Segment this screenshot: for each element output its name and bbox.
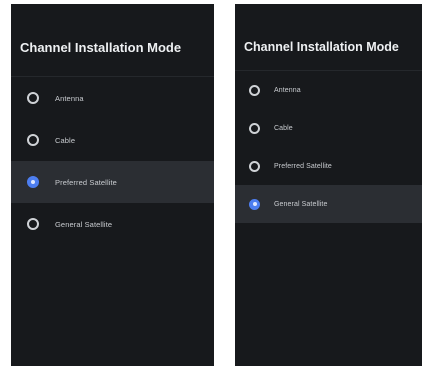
installation-mode-list: Antenna Cable Preferred Satellite Genera… <box>11 76 214 245</box>
installation-mode-list: Antenna Cable Preferred Satellite Genera… <box>235 70 422 223</box>
radio-unselected-icon[interactable] <box>27 134 39 146</box>
option-antenna[interactable]: Antenna <box>235 71 422 109</box>
option-label: General Satellite <box>274 200 328 208</box>
radio-unselected-icon[interactable] <box>249 122 260 134</box>
option-cable[interactable]: Cable <box>235 109 422 147</box>
option-label: Antenna <box>55 93 84 103</box>
option-label: Antenna <box>274 86 301 94</box>
option-label: Cable <box>274 124 293 132</box>
option-preferred-satellite[interactable]: Preferred Satellite <box>235 147 422 185</box>
radio-unselected-icon[interactable] <box>249 160 260 172</box>
option-label: General Satellite <box>55 219 113 229</box>
screen-left: Channel Installation Mode Antenna Cable … <box>11 4 214 366</box>
page-title: Channel Installation Mode <box>244 40 399 54</box>
option-general-satellite[interactable]: General Satellite <box>11 203 214 245</box>
radio-unselected-icon[interactable] <box>27 92 39 104</box>
option-label: Preferred Satellite <box>55 177 117 187</box>
radio-selected-icon[interactable] <box>27 176 39 188</box>
radio-unselected-icon[interactable] <box>249 84 260 96</box>
option-general-satellite[interactable]: General Satellite <box>235 185 422 223</box>
screen-right: Channel Installation Mode Antenna Cable … <box>235 4 422 366</box>
option-cable[interactable]: Cable <box>11 119 214 161</box>
option-label: Preferred Satellite <box>274 162 332 170</box>
page-title: Channel Installation Mode <box>20 40 182 55</box>
option-preferred-satellite[interactable]: Preferred Satellite <box>11 161 214 203</box>
radio-selected-icon[interactable] <box>249 198 260 210</box>
option-antenna[interactable]: Antenna <box>11 77 214 119</box>
radio-unselected-icon[interactable] <box>27 218 39 230</box>
option-label: Cable <box>55 135 76 145</box>
